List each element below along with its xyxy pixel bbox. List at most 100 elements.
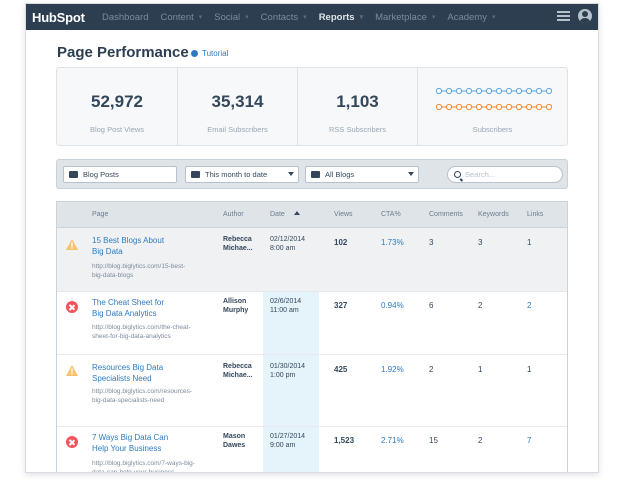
sparkline-point [545, 87, 553, 95]
stat-subscribers: Subscribers [417, 68, 567, 145]
col-header-keywords[interactable]: Keywords [478, 211, 509, 218]
sparkline-point [515, 103, 523, 111]
select-value: This month to date [205, 170, 268, 179]
nav-social[interactable]: Social ▾ [214, 12, 248, 23]
stats-panel: 52,972 Blog Post Views 35,314 Email Subs… [56, 67, 568, 146]
stat-rss-subscribers: 1,103 RSS Subscribers [297, 68, 417, 145]
stat-label: RSS Subscribers [328, 125, 387, 134]
page-url-line: http://blog.biglytics.com/7-ways-big- [92, 460, 195, 467]
page-url-line: big-data-specialists-need [92, 397, 165, 404]
col-header-cta[interactable]: CTA% [381, 211, 401, 218]
page-title-link[interactable]: 7 Ways Big Data Can Help Your Business [92, 433, 212, 454]
select-value: All Blogs [325, 170, 355, 179]
nav-dashboard[interactable]: Dashboard [102, 12, 148, 23]
table-row[interactable]: 15 Best Blogs About Big Data http://blog.… [57, 228, 567, 292]
page-title-line: 15 Best Blogs About [92, 236, 165, 245]
sparkline-orange-series [436, 103, 553, 111]
tutorial-link[interactable]: Tutorial [191, 49, 228, 58]
author-line: Rebecca [223, 236, 252, 243]
sparkline-point [436, 103, 443, 111]
links-value[interactable]: 2 [527, 301, 531, 310]
sparkline-point [535, 87, 543, 95]
page-title-line: Resources Big Data [92, 363, 164, 372]
search-input[interactable]: Search... [447, 166, 563, 183]
sparkline-point [465, 103, 473, 111]
search-icon [454, 171, 461, 178]
time-line: 9:00 am [270, 441, 296, 449]
cta-value[interactable]: 2.71% [381, 436, 404, 445]
date-line: 02/6/2014 [270, 298, 302, 305]
page-title-link[interactable]: The Cheat Sheet for Big Data Analytics [92, 298, 212, 319]
nav-label: Content [160, 11, 194, 23]
stat-label: Blog Post Views [89, 125, 145, 134]
views-value: 425 [334, 365, 348, 374]
chevron-down-icon: ▾ [491, 14, 496, 21]
keywords-value: 3 [478, 238, 483, 247]
chevron-down-icon: ▾ [303, 14, 307, 21]
sparkline-point [436, 87, 443, 95]
chevron-down-icon: ▾ [359, 14, 364, 21]
table-header: Page Author Date Views CTA% Comments Key… [57, 202, 567, 228]
page-url: http://blog.biglytics.com/15-best-big-da… [92, 262, 214, 280]
nav-reports[interactable]: Reports ▾ [319, 12, 363, 23]
stat-value: 1,103 [336, 92, 379, 111]
menu-icon[interactable] [557, 11, 570, 21]
nav-content[interactable]: Content ▾ [160, 12, 202, 23]
cta-value[interactable]: 1.92% [381, 365, 404, 374]
date-line: 01/27/2014 [270, 433, 306, 440]
nav-marketplace[interactable]: Marketplace ▾ [375, 12, 435, 23]
blog-select[interactable]: All Blogs [305, 166, 419, 183]
sparkline-point [545, 103, 553, 111]
nav-right-actions [557, 9, 592, 23]
author-line: Rebecca [223, 363, 252, 370]
time-line: 11:00 am [270, 306, 299, 314]
error-icon [66, 301, 78, 313]
col-header-links[interactable]: Links [527, 211, 543, 218]
links-value: 1 [527, 365, 532, 374]
table-row[interactable]: 7 Ways Big Data Can Help Your Business ht… [57, 427, 567, 472]
page-title-line: Specialists Need [92, 373, 152, 383]
warning-icon [66, 239, 78, 250]
cta-value[interactable]: 1.73% [381, 238, 404, 247]
nav-contacts[interactable]: Contacts ▾ [261, 12, 307, 23]
stat-email-subscribers: 35,314 Email Subscribers [177, 68, 297, 145]
comments-value: 6 [429, 301, 434, 310]
col-header-page[interactable]: Page [92, 211, 108, 218]
col-header-author[interactable]: Author [223, 211, 244, 218]
table-row[interactable]: The Cheat Sheet for Big Data Analytics ht… [57, 292, 567, 355]
page-url: http://blog.biglytics.com/resources-big-… [92, 387, 214, 405]
col-header-views[interactable]: Views [334, 211, 353, 218]
sparkline-point [525, 87, 533, 95]
content-type-select[interactable]: Blog Posts [63, 166, 177, 183]
cta-value[interactable]: 0.94% [381, 301, 404, 310]
comments-value: 15 [429, 436, 438, 445]
author-line: Michae... [223, 371, 253, 379]
page-title-link[interactable]: Resources Big Data Specialists Need [92, 363, 212, 384]
sparkline-point [475, 87, 483, 95]
app-window: HubSpot Dashboard Content ▾ Social ▾ Conta… [25, 3, 599, 473]
time-line: 1:00 pm [270, 371, 296, 379]
chevron-down-icon: ▾ [431, 14, 436, 21]
document-icon [69, 171, 78, 178]
avatar-icon[interactable] [578, 9, 592, 23]
stat-label: Email Subscribers [207, 125, 268, 134]
author-line: Mason [223, 433, 246, 440]
page-title: Page Performance [57, 44, 189, 61]
date-range-select[interactable]: This month to date [185, 166, 299, 183]
views-value: 1,523 [334, 436, 355, 445]
links-value[interactable]: 7 [527, 436, 531, 445]
nav-academy[interactable]: Academy ▾ [447, 12, 495, 23]
page-title-link[interactable]: 15 Best Blogs About Big Data [92, 236, 212, 257]
hubspot-logo[interactable]: HubSpot [32, 10, 102, 25]
col-header-comments[interactable]: Comments [429, 211, 463, 218]
select-value: Blog Posts [83, 170, 119, 179]
sparkline-point [465, 87, 473, 95]
page-url-line: http://blog.biglytics.com/resources- [92, 388, 193, 395]
col-header-date[interactable]: Date [270, 211, 300, 218]
publish-date: 02/6/2014 11:00 am [270, 298, 301, 315]
sparkline-point [475, 103, 483, 111]
date-line: 01/30/2014 [270, 363, 306, 370]
chevron-down-icon [408, 172, 414, 176]
table-row[interactable]: Resources Big Data Specialists Need http:… [57, 355, 567, 427]
nav-label: Academy [447, 11, 487, 23]
